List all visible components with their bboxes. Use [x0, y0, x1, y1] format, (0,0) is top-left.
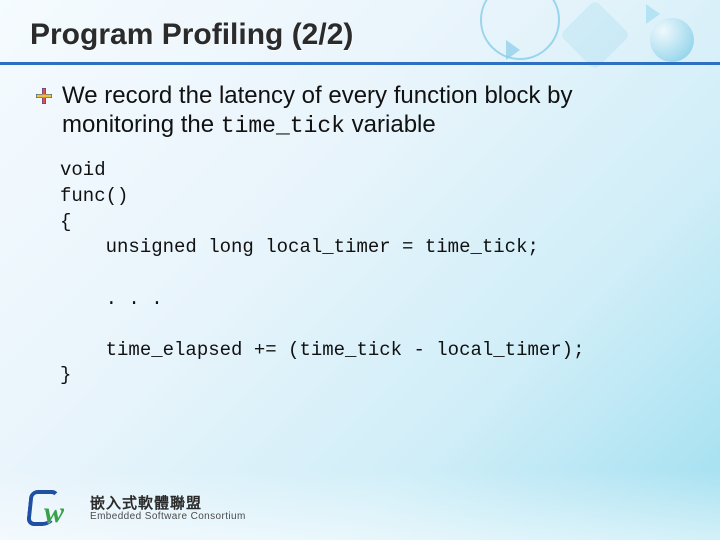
footer-text: 嵌入式軟體聯盟 Embedded Software Consortium — [90, 496, 246, 522]
bullet-text-post: variable — [345, 111, 436, 138]
footer-zh: 嵌入式軟體聯盟 — [90, 496, 246, 512]
logo-w-letter: w — [44, 496, 64, 530]
plus-bullet-icon — [36, 88, 52, 104]
bullet-text: We record the latency of every function … — [62, 81, 686, 140]
code-line: func() — [60, 185, 128, 207]
code-block: void func() { unsigned long local_timer … — [60, 158, 680, 389]
footer: w 嵌入式軟體聯盟 Embedded Software Consortium — [26, 490, 246, 528]
logo-ew-icon: w — [26, 490, 80, 528]
slide-title: Program Profiling (2/2) — [30, 18, 690, 52]
slide: Program Profiling (2/2) We record the la… — [0, 0, 720, 540]
code-line: time_elapsed += (time_tick - local_timer… — [60, 339, 585, 361]
bullet-item: We record the latency of every function … — [36, 81, 686, 140]
content-area: Program Profiling (2/2) We record the la… — [0, 0, 720, 389]
code-line: unsigned long local_timer = time_tick; — [60, 236, 539, 258]
code-line: { — [60, 211, 71, 233]
footer-en: Embedded Software Consortium — [90, 512, 246, 523]
code-line: . . . — [60, 288, 163, 310]
title-underline — [0, 62, 720, 65]
code-line: } — [60, 364, 71, 386]
bullet-code-var: time_tick — [221, 113, 345, 139]
code-line: void — [60, 159, 106, 181]
